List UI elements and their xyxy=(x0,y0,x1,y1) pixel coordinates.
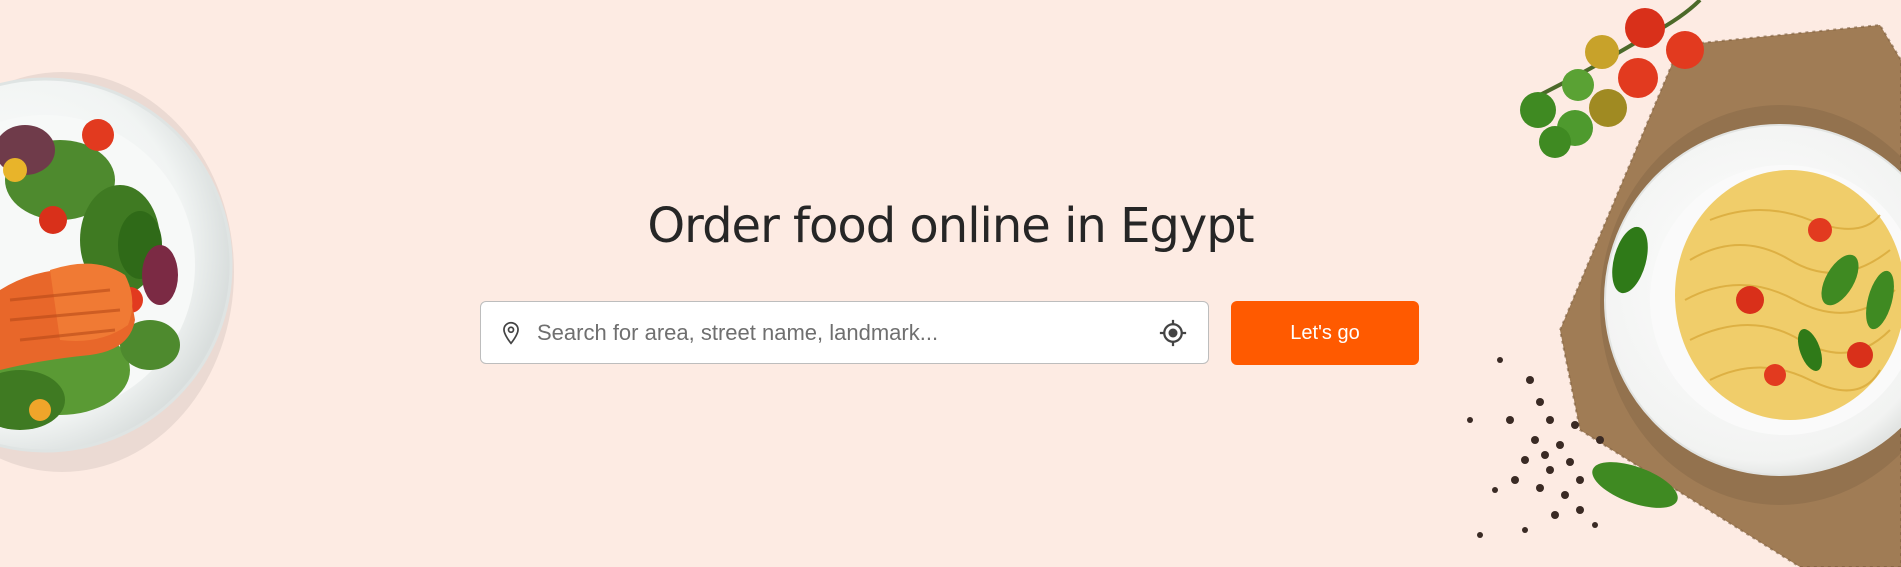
lets-go-button[interactable]: Let's go xyxy=(1231,301,1419,365)
locate-me-icon[interactable] xyxy=(1158,318,1188,348)
search-input[interactable] xyxy=(537,302,1117,363)
salad-plate-image xyxy=(0,72,234,472)
hero-section: Order food online in Egypt Let's go xyxy=(0,0,1901,567)
map-pin-icon xyxy=(503,321,519,345)
page-title: Order food online in Egypt xyxy=(647,198,1254,254)
location-search-box[interactable] xyxy=(480,301,1209,364)
spaghetti-plate-image xyxy=(1467,0,1901,567)
